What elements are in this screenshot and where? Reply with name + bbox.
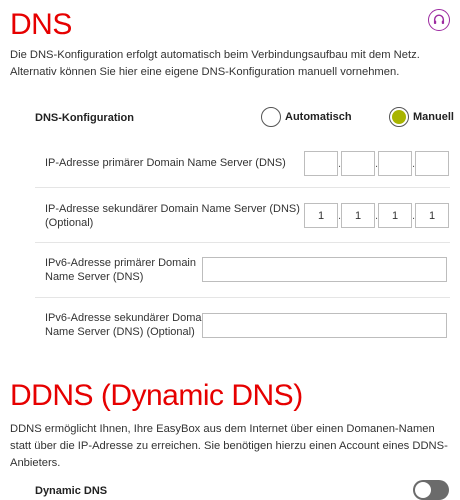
headset-help-icon	[433, 14, 445, 24]
ipv6-primary-input[interactable]	[202, 257, 447, 282]
secondary-dns-octet-2[interactable]	[341, 203, 375, 228]
secondary-dns-octet-3[interactable]	[378, 203, 412, 228]
ddns-toggle-label: Dynamic DNS	[35, 485, 108, 497]
help-button[interactable]	[428, 9, 450, 31]
ipv6-secondary-input[interactable]	[202, 313, 447, 338]
secondary-dns-octet-4[interactable]	[415, 203, 449, 228]
secondary-dns-label: IP-Adresse sekundärer Domain Name Server…	[45, 203, 300, 229]
radio-automatisch-circle[interactable]	[261, 107, 281, 127]
ddns-description: DDNS ermöglicht Ihnen, Ihre EasyBox aus …	[10, 423, 448, 469]
radio-manuell-circle[interactable]	[389, 107, 409, 127]
toggle-knob	[415, 482, 431, 498]
radio-automatisch-label: Automatisch	[285, 111, 352, 123]
primary-dns-label: IP-Adresse primärer Domain Name Server (…	[45, 157, 286, 169]
ipv6-primary-row: IPv6-Adresse primärer Domain Name Server…	[35, 243, 450, 298]
radio-manuell[interactable]: Manuell	[389, 107, 454, 127]
radio-manuell-label: Manuell	[413, 111, 454, 123]
primary-dns-row: IP-Adresse primärer Domain Name Server (…	[35, 137, 450, 188]
dns-config-label: DNS-Konfiguration	[35, 112, 134, 124]
secondary-dns-ip: . . .	[304, 203, 449, 228]
primary-dns-octet-1[interactable]	[304, 151, 338, 176]
ipv6-secondary-label: IPv6-Adresse sekundärer Domain Name Serv…	[45, 312, 211, 338]
ipv6-primary-label: IPv6-Adresse primärer Domain Name Server…	[45, 257, 196, 283]
primary-dns-octet-4[interactable]	[415, 151, 449, 176]
radio-selected-dot	[392, 110, 406, 124]
ddns-toggle[interactable]	[413, 480, 449, 500]
dns-description: Die DNS-Konfiguration erfolgt automatisc…	[10, 49, 420, 78]
radio-automatisch[interactable]: Automatisch	[261, 107, 352, 127]
primary-dns-octet-2[interactable]	[341, 151, 375, 176]
ddns-title: DDNS (Dynamic DNS)	[10, 379, 303, 412]
primary-dns-ip: . . .	[304, 151, 449, 176]
secondary-dns-octet-1[interactable]	[304, 203, 338, 228]
dns-title: DNS	[10, 8, 72, 41]
ipv6-secondary-row: IPv6-Adresse sekundärer Domain Name Serv…	[35, 298, 450, 353]
secondary-dns-row: IP-Adresse sekundärer Domain Name Server…	[35, 188, 450, 243]
primary-dns-octet-3[interactable]	[378, 151, 412, 176]
